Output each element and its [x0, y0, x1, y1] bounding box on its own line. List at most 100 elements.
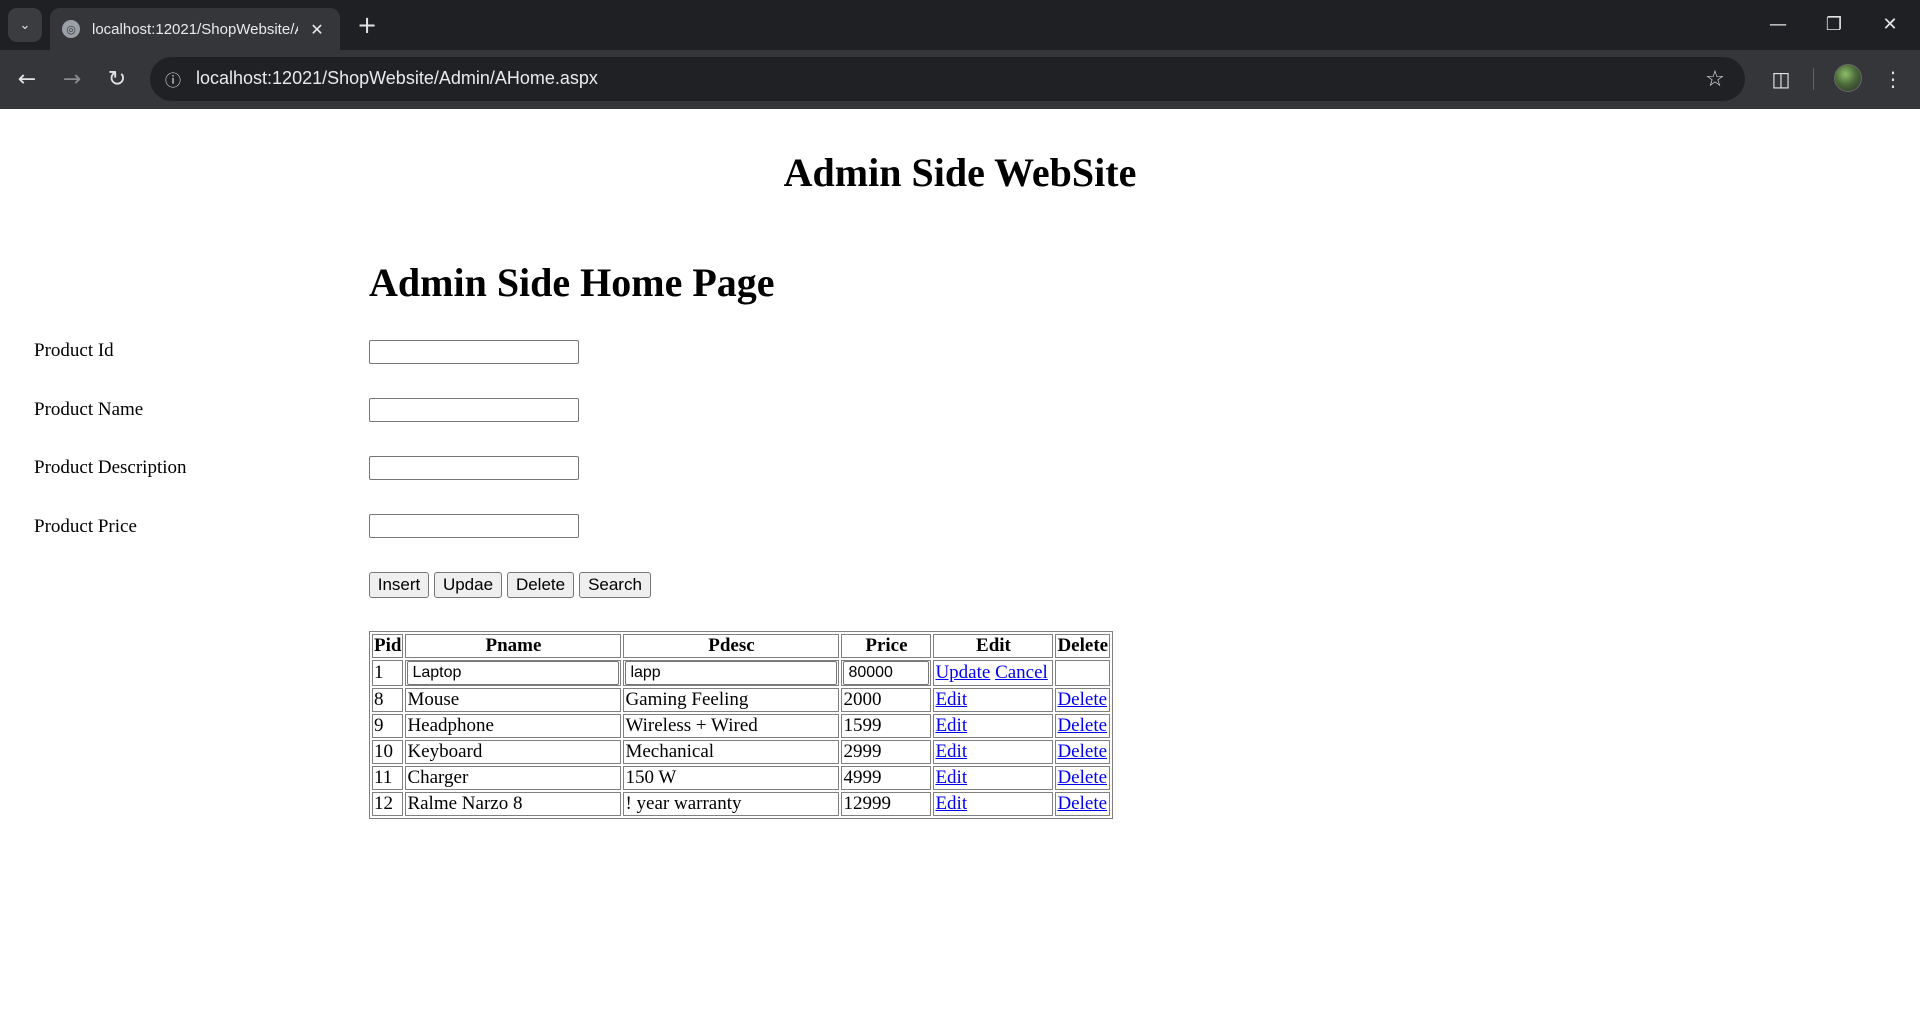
minimize-icon[interactable]: —	[1750, 0, 1806, 48]
page-title: Admin Side Home Page	[369, 260, 775, 305]
chevron-down-icon[interactable]: ⌄	[8, 8, 42, 42]
pname-cell: Headphone	[405, 714, 622, 738]
price-cell: 2000	[841, 688, 932, 712]
reload-icon[interactable]: ↻	[98, 60, 136, 98]
delete-link[interactable]: Delete	[1057, 767, 1107, 788]
kebab-menu-icon[interactable]: ⋮	[1876, 62, 1910, 96]
delete-cell: Delete	[1055, 714, 1111, 738]
pname-cell: Charger	[405, 766, 622, 790]
delete-cell: Delete	[1055, 792, 1111, 816]
page-content: Admin Side WebSite Admin Side Home Page …	[0, 109, 1920, 1020]
delete-button[interactable]: Delete	[507, 572, 574, 598]
pid-cell: 8	[372, 688, 404, 712]
table-row: 10 Keyboard Mechanical 2999 Edit Delete	[372, 740, 1111, 764]
product-description-input[interactable]	[369, 456, 579, 480]
cancel-link[interactable]: Cancel	[995, 662, 1048, 683]
column-header: Pdesc	[623, 634, 840, 658]
tab-strip: ⌄ ◎ localhost:12021/ShopWebsite/Admin/AH…	[0, 0, 1920, 50]
product-price-input[interactable]	[369, 514, 579, 538]
pid-cell: 10	[372, 740, 404, 764]
pid-cell: 1	[372, 660, 404, 686]
browser-chrome: ⌄ ◎ localhost:12021/ShopWebsite/Admin/AH…	[0, 0, 1920, 109]
pname-cell	[405, 660, 622, 686]
pdesc-edit-input[interactable]	[625, 661, 838, 685]
search-button[interactable]: Search	[579, 572, 651, 598]
pdesc-cell: ! year warranty	[623, 792, 840, 816]
product-description-label: Product Description	[34, 457, 187, 478]
tab-title: localhost:12021/ShopWebsite/Admin/AHome.…	[92, 20, 298, 38]
delete-link[interactable]: Delete	[1057, 793, 1107, 814]
product-id-input[interactable]	[369, 340, 579, 364]
edit-link[interactable]: Edit	[935, 793, 967, 814]
arrow-left-icon[interactable]: ←	[8, 60, 46, 98]
close-window-icon[interactable]: ✕	[1862, 0, 1918, 48]
pname-cell: Ralme Narzo 8	[405, 792, 622, 816]
delete-cell	[1055, 660, 1111, 686]
price-cell: 4999	[841, 766, 932, 790]
star-icon[interactable]: ☆	[1701, 65, 1729, 93]
price-cell: 12999	[841, 792, 932, 816]
delete-link[interactable]: Delete	[1057, 689, 1107, 710]
pdesc-cell	[623, 660, 840, 686]
pdesc-cell: 150 W	[623, 766, 840, 790]
pdesc-cell: Mechanical	[623, 740, 840, 764]
column-header: Delete	[1055, 634, 1111, 658]
edit-cell: Edit	[933, 766, 1054, 790]
update-link[interactable]: Update	[935, 662, 990, 683]
edit-cell: Edit	[933, 714, 1054, 738]
edit-cell: Edit	[933, 792, 1054, 816]
products-table: Pid Pname Pdesc Price Edit Delete 1 Upda…	[369, 631, 1114, 819]
pdesc-cell: Wireless + Wired	[623, 714, 840, 738]
column-header: Pname	[405, 634, 622, 658]
product-name-input[interactable]	[369, 398, 579, 422]
avatar[interactable]	[1834, 64, 1862, 92]
column-header: Pid	[372, 634, 404, 658]
table-row-editing: 1 Update Cancel	[372, 660, 1111, 686]
globe-icon: ◎	[62, 20, 80, 38]
pid-cell: 11	[372, 766, 404, 790]
pid-cell: 9	[372, 714, 404, 738]
arrow-right-icon[interactable]: →	[53, 60, 91, 98]
edit-link[interactable]: Edit	[935, 741, 967, 762]
browser-tab[interactable]: ◎ localhost:12021/ShopWebsite/Admin/AHom…	[50, 8, 340, 50]
update-button[interactable]: Updae	[434, 572, 502, 598]
close-icon[interactable]: ✕	[306, 18, 328, 40]
table-header-row: Pid Pname Pdesc Price Edit Delete	[372, 634, 1111, 658]
column-header: Edit	[933, 634, 1054, 658]
table-row: 12 Ralme Narzo 8 ! year warranty 12999 E…	[372, 792, 1111, 816]
price-edit-input[interactable]	[843, 661, 930, 685]
edit-link[interactable]: Edit	[935, 767, 967, 788]
edit-link[interactable]: Edit	[935, 689, 967, 710]
restore-icon[interactable]: ❐	[1806, 0, 1862, 48]
delete-cell: Delete	[1055, 740, 1111, 764]
table-row: 9 Headphone Wireless + Wired 1599 Edit D…	[372, 714, 1111, 738]
delete-link[interactable]: Delete	[1057, 741, 1107, 762]
toolbar-divider	[1813, 68, 1814, 90]
pname-cell: Mouse	[405, 688, 622, 712]
site-title: Admin Side WebSite	[783, 150, 1137, 195]
product-name-label: Product Name	[34, 399, 144, 420]
address-bar[interactable]: ⓘ localhost:12021/ShopWebsite/Admin/AHom…	[150, 57, 1745, 101]
product-id-label: Product Id	[34, 340, 114, 361]
edit-cell: Update Cancel	[933, 660, 1054, 686]
price-cell: 1599	[841, 714, 932, 738]
edit-cell: Edit	[933, 688, 1054, 712]
delete-link[interactable]: Delete	[1057, 715, 1107, 736]
column-header: Price	[841, 634, 932, 658]
puzzle-icon[interactable]: ◫	[1764, 62, 1798, 96]
table-row: 11 Charger 150 W 4999 Edit Delete	[372, 766, 1111, 790]
delete-cell: Delete	[1055, 688, 1111, 712]
pid-cell: 12	[372, 792, 404, 816]
price-cell: 2999	[841, 740, 932, 764]
table-row: 8 Mouse Gaming Feeling 2000 Edit Delete	[372, 688, 1111, 712]
plus-icon[interactable]: +	[352, 10, 382, 40]
pdesc-cell: Gaming Feeling	[623, 688, 840, 712]
edit-link[interactable]: Edit	[935, 715, 967, 736]
product-price-label: Product Price	[34, 516, 137, 537]
pname-edit-input[interactable]	[407, 661, 620, 685]
url-text[interactable]: localhost:12021/ShopWebsite/Admin/AHome.…	[196, 68, 598, 89]
price-cell	[841, 660, 932, 686]
browser-toolbar: ← → ↻ ⓘ localhost:12021/ShopWebsite/Admi…	[0, 50, 1920, 109]
insert-button[interactable]: Insert	[369, 572, 429, 598]
info-icon[interactable]: ⓘ	[160, 66, 186, 92]
